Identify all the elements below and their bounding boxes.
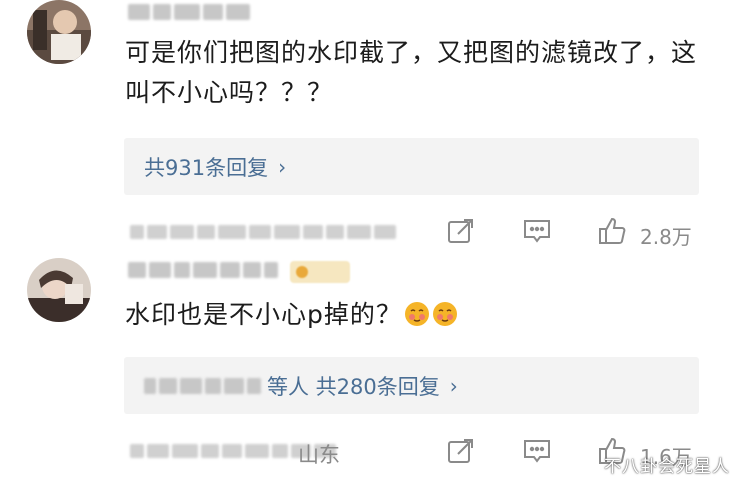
chevron-right-icon: › (278, 154, 287, 179)
avatar[interactable] (27, 258, 91, 322)
thumbs-up-icon[interactable] (597, 216, 627, 246)
comment-text-content: 水印也是不小心p掉的？ (125, 300, 402, 329)
comment-text: 水印也是不小心p掉的？ (125, 295, 705, 335)
like-count: 2.8万 (640, 225, 692, 249)
avatar[interactable] (27, 0, 91, 64)
comment-meta (130, 225, 396, 239)
blushing-face-icon (404, 302, 429, 326)
share-icon[interactable] (446, 436, 476, 466)
blushing-face-icon (432, 302, 457, 326)
reply-summary-box[interactable]: 共931条回复 › (124, 138, 699, 195)
watermark: 不八卦会死星人 (604, 457, 730, 477)
reply-count-link[interactable]: 共931条回复 (144, 152, 268, 182)
share-icon[interactable] (446, 216, 476, 246)
user-badge (290, 261, 350, 283)
location-label: 山东 (298, 443, 340, 467)
reply-summary-box[interactable]: 等人 共280条回复 › (124, 357, 699, 414)
comment-text: 可是你们把图的水印截了，又把图的滤镜改了，这叫不小心吗？？？ (125, 38, 698, 107)
comment-icon[interactable] (522, 216, 552, 246)
reply-count-link[interactable]: 等人 共280条回复 (267, 371, 440, 401)
username[interactable] (128, 4, 250, 20)
chevron-right-icon: › (449, 373, 458, 398)
comment-icon[interactable] (522, 436, 552, 466)
reply-users (144, 377, 261, 394)
username[interactable] (128, 262, 278, 278)
